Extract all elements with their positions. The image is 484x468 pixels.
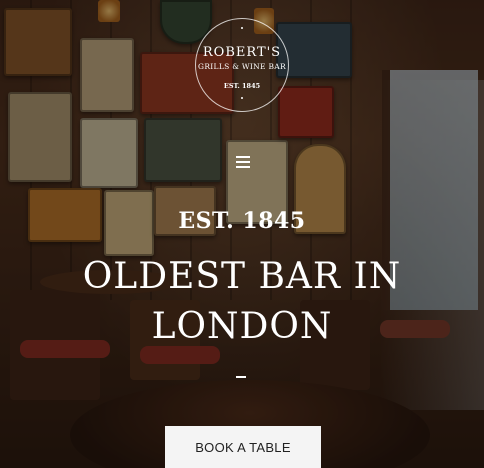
logo-name: ROBERT'S [202, 45, 282, 60]
book-table-button[interactable]: BOOK A TABLE [165, 426, 321, 468]
hero-headline-line2: LONDON [151, 306, 333, 347]
logo-subtitle: GRILLS & WINE BAR [198, 62, 286, 71]
hero-headline: OLDEST BAR IN LONDON [0, 252, 484, 352]
hamburger-menu-icon[interactable] [236, 156, 250, 168]
hero-headline-line1: OLDEST BAR IN [82, 256, 402, 297]
brand-logo[interactable]: ROBERT'S GRILLS & WINE BAR EST. 1845 [195, 18, 289, 112]
divider [236, 376, 246, 378]
logo-established: EST. 1845 [223, 82, 261, 90]
hero-eyebrow: EST. 1845 [178, 208, 306, 234]
